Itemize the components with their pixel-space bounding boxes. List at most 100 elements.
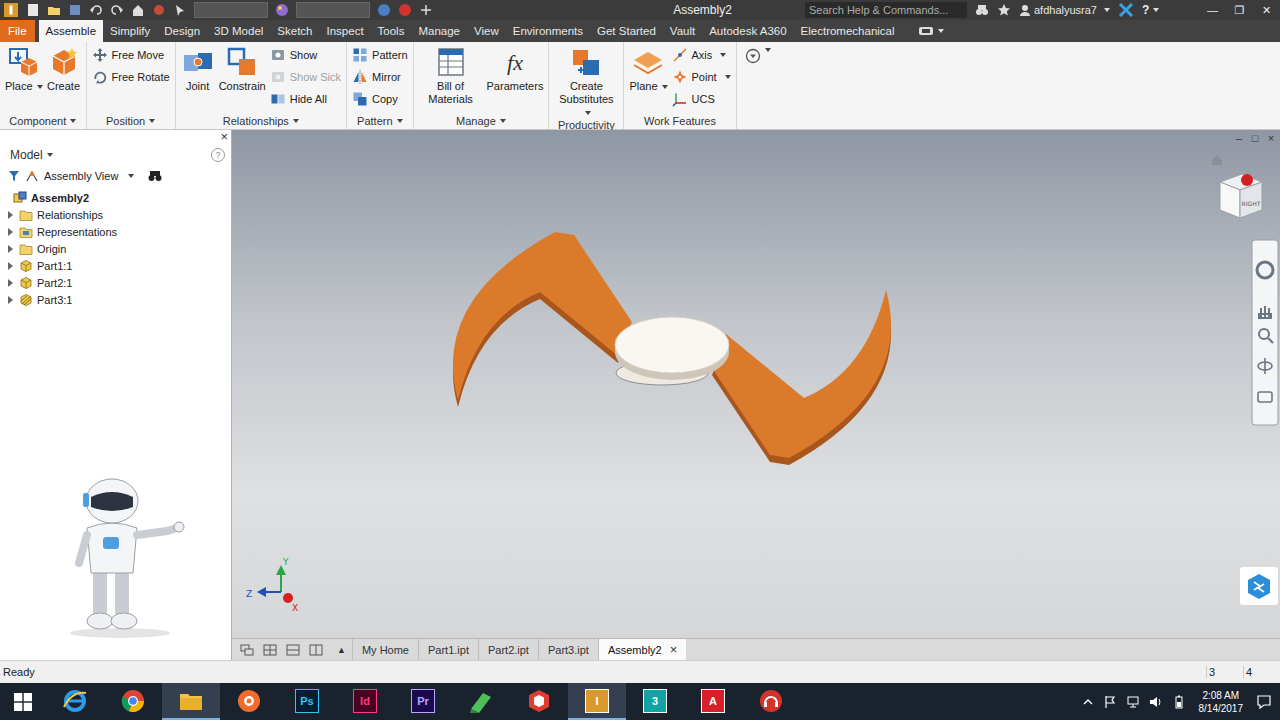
ribbon-tab[interactable]: Inspect — [320, 20, 371, 42]
tile-horizontal-icon[interactable] — [286, 644, 300, 656]
viewport-close-button[interactable]: × — [1266, 132, 1276, 144]
document-tab-close[interactable]: × — [670, 642, 678, 657]
document-tab[interactable]: Part2.ipt — [478, 639, 538, 660]
tile-vertical-icon[interactable] — [309, 644, 323, 656]
taskbar-app[interactable] — [510, 683, 568, 720]
taskbar-app[interactable] — [162, 683, 220, 720]
ribbon-tab[interactable]: Environments — [506, 20, 590, 42]
tree-node[interactable]: Part1:1 — [0, 257, 231, 274]
ribbon-tab[interactable]: Sketch — [270, 20, 319, 42]
tree-node[interactable]: Origin — [0, 240, 231, 257]
taskbar-app[interactable] — [742, 683, 800, 720]
orbit-icon[interactable] — [1258, 358, 1272, 374]
ribbon-large-button[interactable]: Place — [5, 46, 43, 93]
expand-arrow[interactable] — [8, 245, 13, 253]
steering-wheel-icon[interactable] — [1257, 262, 1273, 278]
ribbon-tab[interactable]: Design — [157, 20, 207, 42]
pan-icon[interactable] — [1259, 306, 1271, 318]
ribbon-large-button[interactable]: Create Substitutes — [554, 46, 618, 119]
browser-title[interactable]: Model — [10, 148, 43, 162]
ribbon-tab[interactable]: Manage — [411, 20, 467, 42]
new-icon[interactable] — [26, 3, 40, 17]
home-icon[interactable] — [131, 3, 145, 17]
ribbon-small-button[interactable]: Show — [270, 47, 341, 63]
taskbar-app[interactable]: A — [684, 683, 742, 720]
ribbon-group-title[interactable]: Pattern — [347, 112, 412, 129]
ribbon-group-title[interactable]: Position — [87, 112, 175, 129]
ribbon-tab[interactable]: Autodesk A360 — [702, 20, 793, 42]
binoculars-icon[interactable] — [975, 3, 989, 17]
filter-icon[interactable] — [8, 170, 20, 182]
ribbon-small-button[interactable]: Mirror — [352, 69, 407, 85]
ribbon-tab[interactable]: Electromechanical — [794, 20, 902, 42]
document-tab[interactable]: Part1.ipt — [418, 639, 478, 660]
ribbon-small-button[interactable]: Point — [672, 69, 731, 85]
taskbar-app[interactable]: Pr — [394, 683, 452, 720]
ribbon-large-button[interactable]: Create — [47, 46, 81, 93]
look-at-icon[interactable] — [1258, 392, 1272, 402]
taskbar-app[interactable]: Id — [336, 683, 394, 720]
expand-arrow[interactable] — [8, 211, 13, 219]
clear-icon[interactable] — [377, 3, 391, 17]
zoom-icon[interactable] — [1259, 329, 1269, 339]
taskbar-app[interactable] — [46, 683, 104, 720]
user-caret[interactable] — [1104, 8, 1110, 12]
ribbon-small-button[interactable]: Pattern — [352, 47, 407, 63]
plus-icon[interactable] — [419, 3, 433, 17]
tree-node[interactable]: Relationships — [0, 206, 231, 223]
tree-node[interactable]: Representations — [0, 223, 231, 240]
close-button[interactable]: ✕ — [1253, 4, 1280, 17]
network-icon[interactable] — [1126, 695, 1140, 709]
ribbon-group-title[interactable]: Relationships — [176, 112, 346, 129]
viewport-maximize-button[interactable]: □ — [1250, 132, 1260, 144]
ribbon-small-button[interactable]: Show Sick — [270, 69, 341, 85]
exchange-apps-icon[interactable] — [1118, 2, 1134, 18]
view-cube[interactable]: RIGHT — [1212, 155, 1262, 218]
document-tab[interactable]: My Home — [352, 639, 418, 660]
ribbon-tab[interactable]: Vault — [663, 20, 702, 42]
user-account[interactable]: afdhalyusra7 — [1019, 4, 1110, 16]
open-icon[interactable] — [47, 3, 61, 17]
ribbon-large-button[interactable]: Joint — [181, 46, 215, 93]
ribbon-tab[interactable]: Tools — [371, 20, 412, 42]
update-icon[interactable] — [152, 3, 166, 17]
binoculars-icon[interactable] — [148, 170, 162, 182]
tile-icon[interactable] — [263, 644, 277, 656]
redo-icon[interactable] — [110, 3, 124, 17]
view-caret[interactable] — [128, 174, 134, 178]
expand-arrow[interactable] — [8, 279, 13, 287]
star-icon[interactable] — [997, 3, 1011, 17]
ribbon-large-button[interactable]: fx Parameters — [487, 46, 544, 93]
ribbon-tab[interactable]: Assemble — [39, 20, 104, 42]
taskbar-app[interactable]: I — [568, 683, 626, 720]
appearance-dropdown[interactable] — [296, 2, 370, 18]
home-view-icon[interactable] — [1212, 155, 1222, 165]
ribbon-more[interactable] — [737, 42, 779, 129]
start-button[interactable] — [0, 683, 46, 720]
ribbon-group-title[interactable]: Component — [0, 112, 86, 129]
ribbon-group-title[interactable]: Manage — [414, 112, 549, 129]
document-tab[interactable]: Assembly2 × — [598, 639, 686, 660]
ribbon-tab[interactable]: Simplify — [103, 20, 157, 42]
taskbar-app[interactable]: 3 — [626, 683, 684, 720]
spinner-arm[interactable] — [453, 232, 632, 400]
ribbon-display-toggle[interactable] — [918, 20, 944, 42]
show-hidden-icons-icon[interactable] — [1082, 696, 1094, 708]
adjust-icon[interactable] — [398, 3, 412, 17]
tree-node[interactable]: Part2:1 — [0, 274, 231, 291]
browser-help-button[interactable]: ? — [211, 148, 225, 162]
undo-icon[interactable] — [89, 3, 103, 17]
assembly-view-dropdown[interactable]: Assembly View — [44, 170, 118, 182]
3d-viewport[interactable]: RIGHTYZX –□× — [232, 130, 1280, 638]
ribbon-large-button[interactable]: Plane — [629, 46, 667, 93]
ribbon-tab[interactable]: Get Started — [590, 20, 663, 42]
taskbar-app[interactable] — [452, 683, 510, 720]
ribbon-tab[interactable]: File — [0, 20, 35, 42]
viewport-minimize-button[interactable]: – — [1234, 132, 1244, 144]
help-button[interactable]: ? — [1142, 3, 1159, 17]
appearance-icon[interactable] — [275, 3, 289, 17]
restore-button[interactable]: ❐ — [1226, 4, 1253, 17]
taskbar-app[interactable]: Ps — [278, 683, 336, 720]
ribbon-small-button[interactable]: Free Move — [92, 47, 170, 63]
taskbar-app[interactable] — [220, 683, 278, 720]
